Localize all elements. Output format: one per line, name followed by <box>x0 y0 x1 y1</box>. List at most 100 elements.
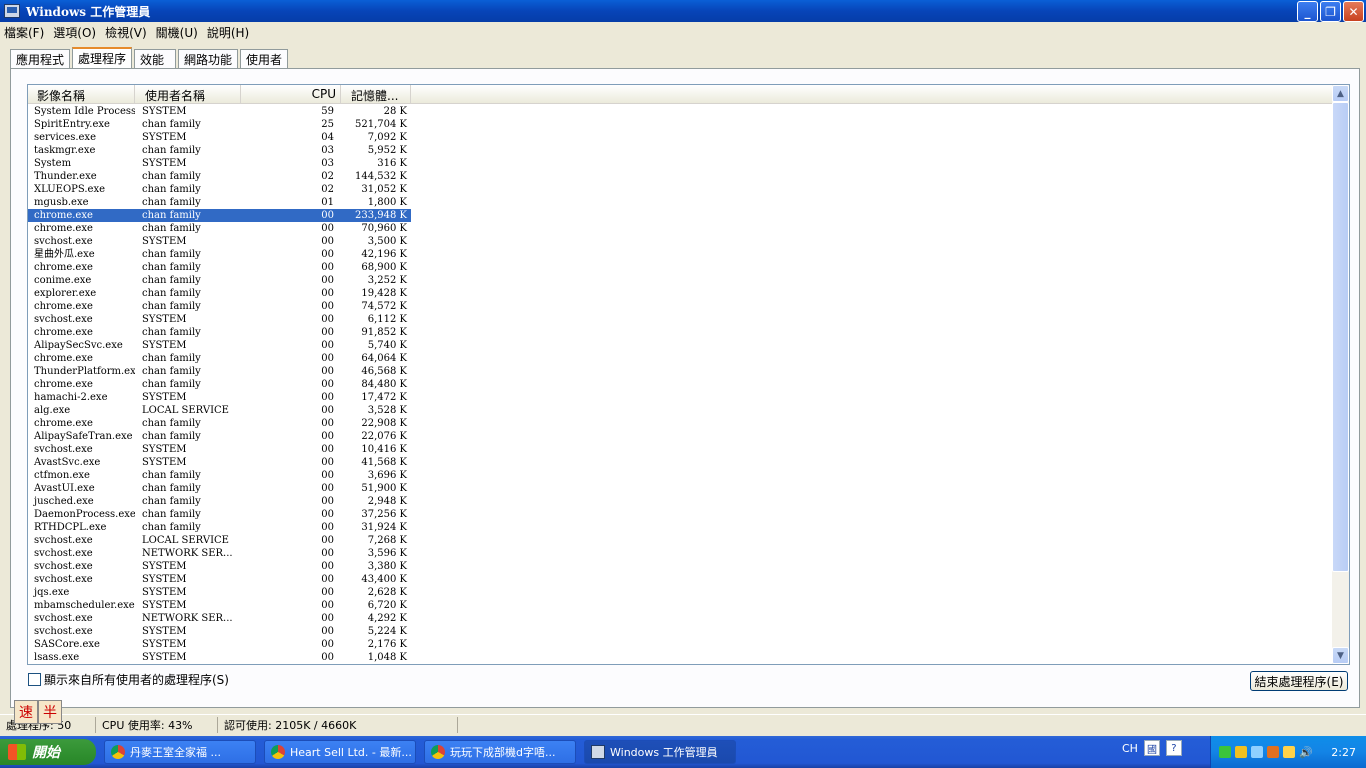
table-row[interactable]: svchost.exe SYSTEM 00 10,416 K <box>28 443 1332 456</box>
vertical-scrollbar[interactable]: ▲ ▼ <box>1332 85 1349 664</box>
taskbar-item-task-manager[interactable]: Windows 工作管理員 <box>584 740 736 764</box>
clock[interactable]: 2:27 <box>1331 746 1356 759</box>
status-cpu-usage: CPU 使用率: 43% <box>96 716 218 733</box>
menu-bar: 檔案(F) 選項(O) 檢視(V) 關機(U) 說明(H) <box>0 22 1366 42</box>
table-row[interactable]: XLUEOPS.exe chan family 02 31,052 K <box>28 183 1332 196</box>
tab-performance[interactable]: 效能 <box>134 49 177 68</box>
table-row[interactable]: chrome.exe chan family 00 233,948 K <box>28 209 1332 222</box>
table-row[interactable]: chrome.exe chan family 00 68,900 K <box>28 261 1332 274</box>
scroll-down-icon[interactable]: ▼ <box>1332 647 1349 664</box>
scroll-up-icon[interactable]: ▲ <box>1332 85 1349 102</box>
ime-halfwidth-icon[interactable]: 半 <box>38 700 62 724</box>
start-button[interactable]: 開始 <box>0 739 96 765</box>
table-row[interactable]: chrome.exe chan family 00 84,480 K <box>28 378 1332 391</box>
table-row[interactable]: AvastSvc.exe SYSTEM 00 41,568 K <box>28 456 1332 469</box>
table-row[interactable]: SASCore.exe SYSTEM 00 2,176 K <box>28 638 1332 651</box>
process-image-name: chrome.exe <box>34 223 93 234</box>
show-all-users-checkbox[interactable] <box>28 673 41 686</box>
process-cpu: 00 <box>321 626 334 637</box>
process-memory: 41,568 K <box>361 457 407 468</box>
language-indicator[interactable]: CH <box>1122 742 1138 755</box>
table-row[interactable]: jusched.exe chan family 00 2,948 K <box>28 495 1332 508</box>
table-row[interactable]: mbamscheduler.exe SYSTEM 00 6,720 K <box>28 599 1332 612</box>
table-row[interactable]: svchost.exe SYSTEM 00 6,112 K <box>28 313 1332 326</box>
table-row[interactable]: ctfmon.exe chan family 00 3,696 K <box>28 469 1332 482</box>
maximize-button[interactable]: ❐ <box>1320 1 1341 22</box>
avast-icon[interactable] <box>1267 746 1279 758</box>
process-list[interactable]: 影像名稱 使用者名稱 CPU 記憶體... System Idle Proces… <box>27 84 1350 665</box>
column-image-name[interactable]: 影像名稱 <box>28 85 135 104</box>
column-user-name[interactable]: 使用者名稱 <box>135 85 241 104</box>
table-row[interactable]: explorer.exe chan family 00 19,428 K <box>28 287 1332 300</box>
table-row[interactable]: svchost.exe SYSTEM 00 3,500 K <box>28 235 1332 248</box>
tab-networking[interactable]: 網路功能 <box>178 49 239 68</box>
show-all-users-row[interactable]: 顯示來自所有使用者的處理程序(S) <box>28 671 229 688</box>
table-row[interactable]: chrome.exe chan family 00 74,572 K <box>28 300 1332 313</box>
table-row[interactable]: chrome.exe chan family 00 91,852 K <box>28 326 1332 339</box>
menu-file[interactable]: 檔案(F) <box>4 24 44 41</box>
menu-view[interactable]: 檢視(V) <box>105 24 147 41</box>
table-row[interactable]: svchost.exe SYSTEM 00 5,224 K <box>28 625 1332 638</box>
title-bar[interactable]: Windows 工作管理員 _ ❐ ✕ <box>0 0 1366 22</box>
ime-speed-icon[interactable]: 速 <box>14 700 38 724</box>
ime-mode-icon[interactable]: 國 <box>1143 740 1160 756</box>
taskbar-item-chrome-2[interactable]: Heart Sell Ltd. - 最新... <box>264 740 416 764</box>
language-bar[interactable]: CH 國 ? <box>1122 740 1182 756</box>
table-row[interactable]: AlipaySafeTran.exe chan family 00 22,076 K <box>28 430 1332 443</box>
menu-help[interactable]: 說明(H) <box>207 24 249 41</box>
table-row[interactable]: ThunderPlatform.exe chan family 00 46,568 K <box>28 365 1332 378</box>
tab-processes[interactable]: 處理程序 <box>72 47 133 68</box>
column-memory[interactable]: 記憶體... <box>341 85 411 104</box>
table-row[interactable]: chrome.exe chan family 00 64,064 K <box>28 352 1332 365</box>
process-cpu: 00 <box>321 457 334 468</box>
table-row[interactable]: SpiritEntry.exe chan family 25 521,704 K <box>28 118 1332 131</box>
table-row[interactable]: DaemonProcess.exe chan family 00 37,256 K <box>28 508 1332 521</box>
table-row[interactable]: hamachi-2.exe SYSTEM 00 17,472 K <box>28 391 1332 404</box>
minimize-button[interactable]: _ <box>1297 1 1318 22</box>
table-row[interactable]: 星曲外瓜.exe chan family 00 42,196 K <box>28 248 1332 261</box>
process-user-name: chan family <box>142 470 201 481</box>
table-row[interactable]: chrome.exe chan family 00 22,908 K <box>28 417 1332 430</box>
table-row[interactable]: Thunder.exe chan family 02 144,532 K <box>28 170 1332 183</box>
table-row[interactable]: svchost.exe LOCAL SERVICE 00 7,268 K <box>28 534 1332 547</box>
table-row[interactable]: svchost.exe NETWORK SER... 00 4,292 K <box>28 612 1332 625</box>
menu-shutdown[interactable]: 關機(U) <box>156 24 198 41</box>
process-user-name: SYSTEM <box>142 574 187 585</box>
process-memory: 521,704 K <box>354 119 407 130</box>
table-row[interactable]: svchost.exe NETWORK SER... 00 3,596 K <box>28 547 1332 560</box>
table-row[interactable]: System SYSTEM 03 316 K <box>28 157 1332 170</box>
table-row[interactable]: jqs.exe SYSTEM 00 2,628 K <box>28 586 1332 599</box>
table-row[interactable]: lsass.exe SYSTEM 00 1,048 K <box>28 651 1332 664</box>
table-row[interactable]: svchost.exe SYSTEM 00 3,380 K <box>28 560 1332 573</box>
process-memory: 31,924 K <box>361 522 407 533</box>
table-row[interactable]: conime.exe chan family 00 3,252 K <box>28 274 1332 287</box>
table-row[interactable]: svchost.exe SYSTEM 00 43,400 K <box>28 573 1332 586</box>
taskbar-item-chrome-1[interactable]: 丹麥王室全家福 ... <box>104 740 256 764</box>
table-row[interactable]: mgusb.exe chan family 01 1,800 K <box>28 196 1332 209</box>
table-row[interactable]: AvastUI.exe chan family 00 51,900 K <box>28 482 1332 495</box>
display-icon[interactable] <box>1251 746 1263 758</box>
table-row[interactable]: RTHDCPL.exe chan family 00 31,924 K <box>28 521 1332 534</box>
table-row[interactable]: services.exe SYSTEM 04 7,092 K <box>28 131 1332 144</box>
tab-applications[interactable]: 應用程式 <box>10 49 71 68</box>
table-row[interactable]: taskmgr.exe chan family 03 5,952 K <box>28 144 1332 157</box>
menu-options[interactable]: 選項(O) <box>53 24 96 41</box>
process-cpu: 00 <box>321 548 334 559</box>
taskbar-item-chrome-3[interactable]: 玩玩下成部機d字唔... <box>424 740 576 764</box>
network-icon[interactable] <box>1219 746 1231 758</box>
column-cpu[interactable]: CPU <box>241 85 341 104</box>
close-button[interactable]: ✕ <box>1343 1 1364 22</box>
table-row[interactable]: System Idle Process SYSTEM 59 28 K <box>28 105 1332 118</box>
tray-app-icon[interactable] <box>1235 746 1247 758</box>
tab-users[interactable]: 使用者 <box>240 49 289 68</box>
scroll-thumb[interactable] <box>1332 102 1349 572</box>
update-icon[interactable] <box>1283 746 1295 758</box>
table-row[interactable]: alg.exe LOCAL SERVICE 00 3,528 K <box>28 404 1332 417</box>
volume-icon[interactable]: 🔊 <box>1299 746 1313 759</box>
table-row[interactable]: chrome.exe chan family 00 70,960 K <box>28 222 1332 235</box>
process-memory: 233,948 K <box>341 209 411 222</box>
table-row[interactable]: AlipaySecSvc.exe SYSTEM 00 5,740 K <box>28 339 1332 352</box>
end-process-button[interactable]: 結束處理程序(E) <box>1250 671 1348 691</box>
process-image-name: System <box>34 158 72 169</box>
help-icon[interactable]: ? <box>1165 740 1182 756</box>
